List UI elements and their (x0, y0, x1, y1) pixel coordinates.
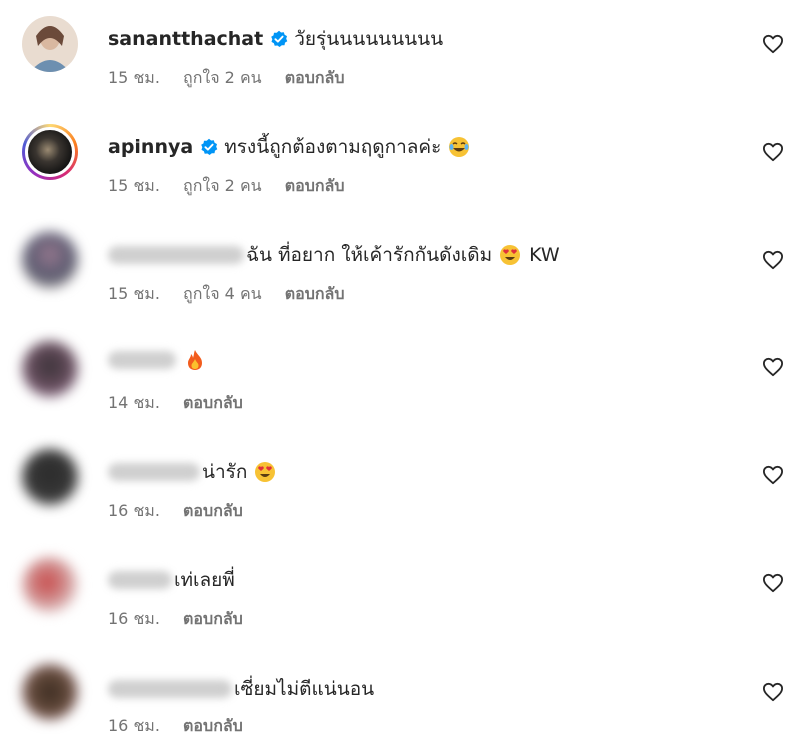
comment-likes[interactable]: ถูกใจ 2 คน (183, 68, 262, 87)
comment-item: น่ารัก 16 ชม. ตอบกลับ (0, 433, 800, 533)
verified-badge-icon (200, 138, 218, 156)
avatar[interactable] (22, 341, 78, 397)
comment-item: sanantthachat วัยรุ่นนนนนนนนน 15 ชม. ถูก… (0, 0, 800, 100)
avatar[interactable] (22, 449, 78, 505)
comment-time[interactable]: 16 ชม. (108, 716, 160, 735)
comment-time[interactable]: 16 ชม. (108, 609, 160, 628)
comment-text: ฉัน ที่อยาก ให้เค้ารักกันดังเดิม (246, 244, 493, 266)
comment-likes[interactable]: ถูกใจ 4 คน (183, 284, 262, 303)
comment-item: เท่เลยพี่ 16 ชม. ตอบกลับ (0, 541, 800, 641)
comment-time[interactable]: 14 ชม. (108, 393, 160, 412)
blurred-username[interactable] (108, 680, 232, 698)
heart-outline-icon[interactable] (762, 34, 784, 54)
reply-button[interactable]: ตอบกลับ (285, 176, 345, 195)
avatar[interactable] (22, 16, 78, 72)
comment-time[interactable]: 15 ชม. (108, 176, 160, 195)
blurred-username[interactable] (108, 246, 244, 264)
avatar[interactable] (22, 664, 78, 720)
comment-item: 14 ชม. ตอบกลับ (0, 325, 800, 425)
avatar[interactable] (22, 124, 78, 180)
heart-outline-icon[interactable] (762, 465, 784, 485)
comment-time[interactable]: 16 ชม. (108, 501, 160, 520)
comment-text: วัยรุ่นนนนนนนนน (294, 28, 444, 50)
reply-button[interactable]: ตอบกลับ (183, 501, 243, 520)
heart-outline-icon[interactable] (762, 142, 784, 162)
comment-text: เท่เลยพี่ (174, 569, 235, 591)
comment-username[interactable]: sanantthachat (108, 28, 263, 50)
comment-text-suffix: KW (529, 244, 560, 266)
laughing-tears-emoji-icon (448, 136, 470, 158)
verified-badge-icon (270, 30, 288, 48)
heart-outline-icon[interactable] (762, 573, 784, 593)
avatar[interactable] (22, 557, 78, 613)
blurred-username[interactable] (108, 463, 200, 481)
comment-username[interactable]: apinnya (108, 136, 193, 158)
comment-text: น่ารัก (202, 461, 248, 483)
avatar[interactable] (22, 232, 78, 288)
comment-item: apinnya ทรงนี้ถูกต้องตามฤดูกาลค่ะ 15 ชม.… (0, 108, 800, 208)
comment-time[interactable]: 15 ชม. (108, 284, 160, 303)
comment-text: ทรงนี้ถูกต้องตามฤดูกาลค่ะ (224, 136, 442, 158)
comment-time[interactable]: 15 ชม. (108, 68, 160, 87)
reply-button[interactable]: ตอบกลับ (285, 68, 345, 87)
reply-button[interactable]: ตอบกลับ (285, 284, 345, 303)
heart-eyes-emoji-icon (499, 244, 521, 266)
reply-button[interactable]: ตอบกลับ (183, 609, 243, 628)
blurred-username[interactable] (108, 571, 172, 589)
comment-text: เซี่ยมไม่ตีแน่นอน (234, 678, 375, 700)
reply-button[interactable]: ตอบกลับ (183, 716, 243, 735)
heart-eyes-emoji-icon (254, 461, 276, 483)
heart-outline-icon[interactable] (762, 250, 784, 270)
heart-outline-icon[interactable] (762, 682, 784, 702)
fire-emoji-icon (185, 349, 205, 371)
reply-button[interactable]: ตอบกลับ (183, 393, 243, 412)
blurred-username[interactable] (108, 351, 176, 369)
heart-outline-icon[interactable] (762, 357, 784, 377)
comment-likes[interactable]: ถูกใจ 2 คน (183, 176, 262, 195)
comment-item: ฉัน ที่อยาก ให้เค้ารักกันดังเดิม KW 15 ช… (0, 216, 800, 316)
comment-item: เซี่ยมไม่ตีแน่นอน 16 ชม. ตอบกลับ (0, 650, 800, 750)
